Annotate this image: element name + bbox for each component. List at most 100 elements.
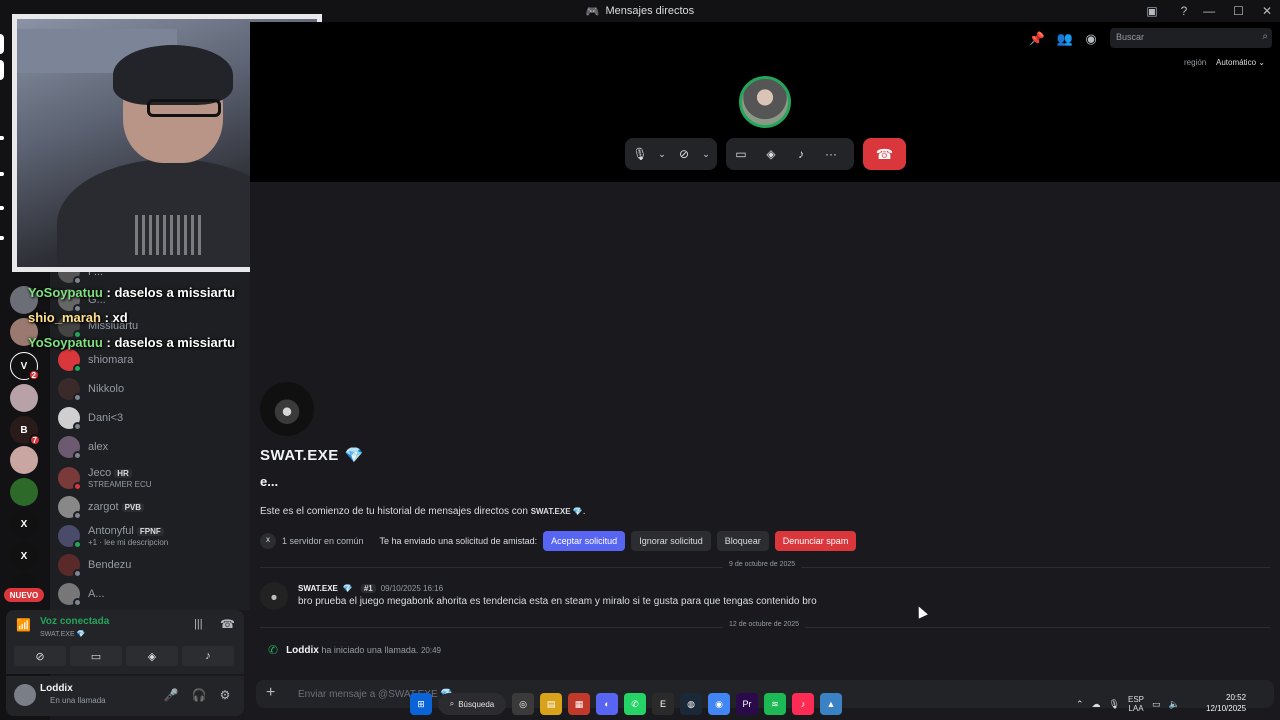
- headphones-icon[interactable]: 🎧: [190, 686, 208, 704]
- server-pip: [0, 34, 4, 54]
- more-icon[interactable]: ···: [816, 138, 846, 170]
- taskbar: ⊞ ⌕ Búsqueda ◎ ▤ ▦ ◐ ✆ E ◍ ◉ Pr ≋ ♪ ▲: [410, 690, 842, 718]
- report-spam-button[interactable]: Denunciar spam: [774, 531, 857, 551]
- hangup-button[interactable]: ☎: [863, 138, 906, 170]
- add-friend-icon[interactable]: 👥: [1056, 30, 1074, 48]
- message-text: bro prueba el juego megabonk ahorita es …: [298, 596, 817, 607]
- windows-start-icon[interactable]: ⊞: [410, 693, 432, 715]
- network-icon[interactable]: ▭: [1152, 699, 1161, 710]
- screen-share-button[interactable]: ▭: [70, 646, 122, 666]
- dm-item[interactable]: Nikkolo: [58, 375, 242, 403]
- server-pip: [0, 206, 4, 210]
- tiktok-icon[interactable]: ♪: [792, 693, 814, 715]
- avatar: [58, 407, 82, 431]
- language-indicator[interactable]: ESP LAA: [1128, 695, 1144, 713]
- soundboard-button[interactable]: ♪: [182, 646, 234, 666]
- user-panel: Loddix En una llamada 🎤 🎧 ⚙: [6, 676, 244, 716]
- message-author[interactable]: SWAT.EXE: [298, 584, 338, 593]
- dm-item[interactable]: Dani<3: [58, 404, 242, 432]
- activity-button[interactable]: ◈: [126, 646, 178, 666]
- screen-share-icon[interactable]: ▭: [726, 138, 756, 170]
- app-icon[interactable]: ▲: [820, 693, 842, 715]
- new-badge[interactable]: NUEVO: [4, 588, 44, 602]
- dm-item[interactable]: Antonyful FPNF +1 · lee mi descripcion: [58, 522, 242, 550]
- discord-icon[interactable]: ◐: [596, 693, 618, 715]
- minimize-button[interactable]: —: [1203, 4, 1215, 18]
- close-button[interactable]: ✕: [1262, 4, 1272, 18]
- inbox-icon[interactable]: ▣: [1144, 3, 1160, 19]
- system-clock[interactable]: 20:52 12/10/2025: [1206, 692, 1246, 714]
- dm-item[interactable]: Bendezu: [58, 551, 242, 579]
- date-divider: 12 de octubre de 2025: [260, 621, 1270, 628]
- chevron-down-icon[interactable]: ⌄: [699, 138, 713, 170]
- profile-icon[interactable]: ◉: [1082, 30, 1100, 48]
- whatsapp-icon[interactable]: ✆: [624, 693, 646, 715]
- glasses: [147, 99, 221, 117]
- server-tag: #1: [360, 584, 376, 593]
- microphone-icon[interactable]: 🎤: [162, 686, 180, 704]
- dm-item[interactable]: alex: [58, 433, 242, 461]
- help-icon[interactable]: ?: [1176, 3, 1192, 19]
- avatar[interactable]: [260, 582, 288, 610]
- window-title: 🎮 Mensajes directos: [585, 5, 695, 18]
- server-icon[interactable]: [10, 384, 38, 412]
- search-input[interactable]: Buscar ⌕: [1110, 28, 1272, 48]
- server-icon[interactable]: [10, 446, 38, 474]
- noise-suppression-icon[interactable]: |||: [194, 618, 203, 630]
- plus-icon[interactable]: +: [266, 684, 275, 702]
- dm-item[interactable]: zargot PVB: [58, 493, 242, 521]
- gem-icon: 💎: [344, 447, 364, 464]
- obs-icon[interactable]: ◎: [512, 693, 534, 715]
- server-pip: [0, 236, 4, 240]
- disconnect-icon[interactable]: ☎: [220, 617, 235, 631]
- avatar: [58, 436, 82, 460]
- chat-line: shio_marah : xd: [28, 310, 128, 325]
- chrome-icon[interactable]: ◉: [708, 693, 730, 715]
- server-icon[interactable]: X: [10, 542, 38, 570]
- avatar: [58, 496, 82, 520]
- stream-chat-overlay: YoSoypatuu : daselos a missiartu shio_ma…: [28, 280, 235, 355]
- server-icon[interactable]: B 7: [10, 416, 41, 446]
- mutual-servers[interactable]: 1 servidor en común: [282, 536, 364, 546]
- voice-channel[interactable]: SWAT.EXE 💎: [40, 630, 85, 638]
- profile-avatar[interactable]: [260, 382, 314, 436]
- soundboard-icon[interactable]: ♪: [786, 138, 816, 170]
- steam-icon[interactable]: ◍: [680, 693, 702, 715]
- microphone-icon[interactable]: 🎙: [1109, 699, 1120, 710]
- maximize-button[interactable]: ☐: [1233, 4, 1244, 18]
- ignore-request-button[interactable]: Ignorar solicitud: [631, 531, 711, 551]
- call-participant-avatar[interactable]: [739, 76, 791, 128]
- server-pip: [0, 136, 4, 140]
- server-icon[interactable]: V 2: [10, 352, 40, 381]
- camera-off-icon[interactable]: ⊘: [669, 138, 699, 170]
- dm-item[interactable]: A...: [58, 580, 242, 608]
- server-icon[interactable]: X: [10, 510, 38, 538]
- server-icon[interactable]: [10, 478, 38, 506]
- message-timestamp: 09/10/2025 16:16: [380, 584, 444, 593]
- accept-request-button[interactable]: Aceptar solicitud: [543, 531, 626, 551]
- spotify-icon[interactable]: ≋: [764, 693, 786, 715]
- gamepad-icon[interactable]: ◈: [756, 138, 786, 170]
- pin-icon[interactable]: 📌: [1028, 30, 1046, 48]
- file-explorer-icon[interactable]: ▤: [540, 693, 562, 715]
- chevron-down-icon[interactable]: ⌄: [655, 138, 669, 170]
- search-icon: ⌕: [449, 699, 455, 708]
- volume-icon[interactable]: 🔈: [1169, 699, 1180, 710]
- region-select[interactable]: Automático ⌄: [1216, 58, 1265, 67]
- dm-item[interactable]: Jeco HR STREAMER ECU: [58, 464, 242, 492]
- avatar: [58, 467, 82, 491]
- block-button[interactable]: Bloquear: [716, 531, 769, 551]
- camera-toggle-button[interactable]: ⊘: [14, 646, 66, 666]
- signal-icon: 📶: [16, 618, 31, 632]
- microphone-icon[interactable]: 🎙: [625, 138, 655, 170]
- cloud-icon[interactable]: ☁: [1092, 699, 1101, 710]
- avatar[interactable]: [14, 684, 36, 706]
- epic-games-icon[interactable]: E: [652, 693, 674, 715]
- taskbar-search[interactable]: ⌕ Búsqueda: [438, 693, 506, 715]
- premiere-icon[interactable]: Pr: [736, 693, 758, 715]
- app-icon[interactable]: ▦: [568, 693, 590, 715]
- gear-icon[interactable]: ⚙: [216, 686, 234, 704]
- chevron-up-icon[interactable]: ⌃: [1076, 699, 1084, 710]
- chat-line: YoSoypatuu : daselos a missiartu: [28, 285, 236, 300]
- profile-username: SWAT.EXE 💎: [260, 447, 364, 464]
